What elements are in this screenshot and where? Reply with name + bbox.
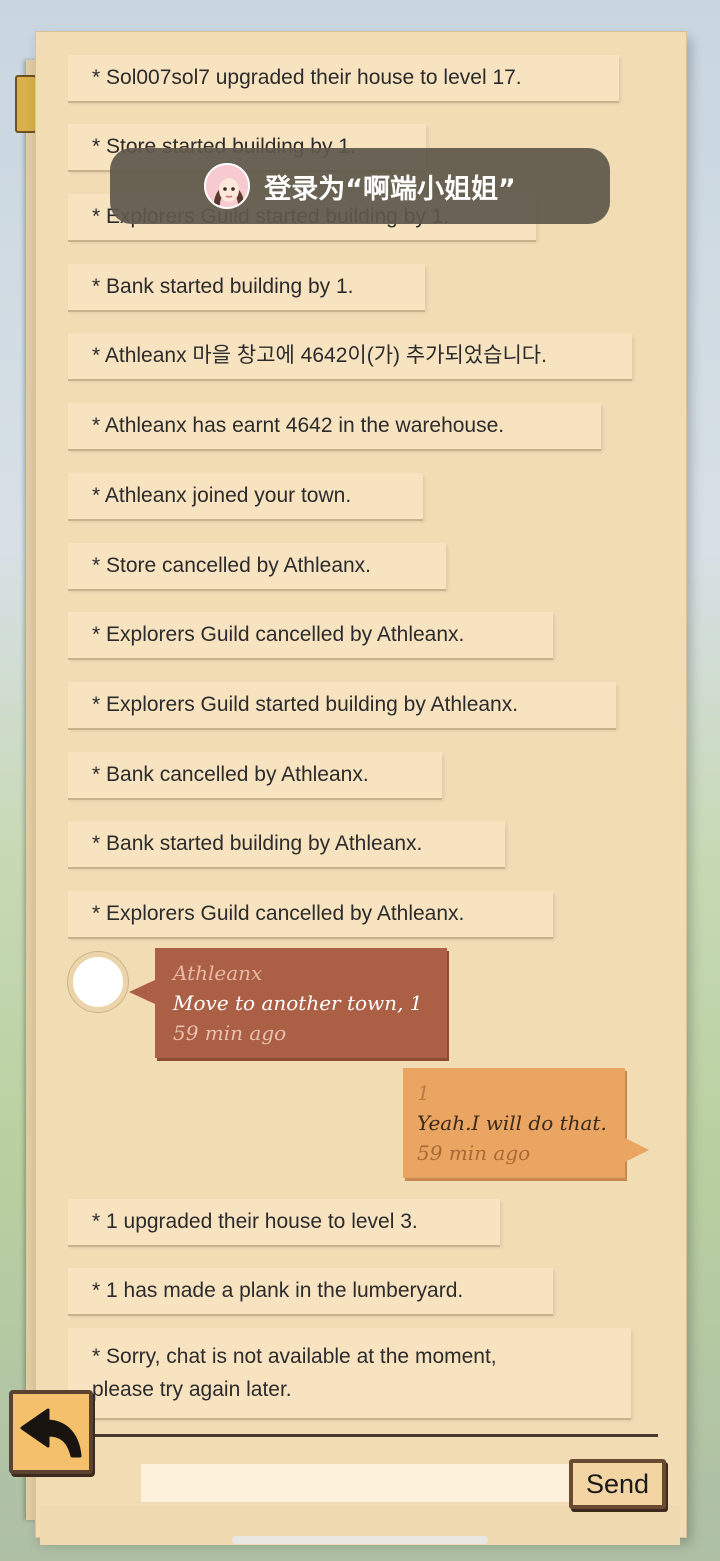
message-time: 59 min ago [417, 1141, 531, 1165]
user-avatar-icon[interactable] [68, 952, 128, 1012]
log-message: * Explorers Guild cancelled by Athleanx. [68, 891, 553, 937]
login-toast: 登录为“啊端小姐姐” [110, 148, 610, 224]
sender-name: Athleanx [173, 961, 263, 985]
home-indicator[interactable] [232, 1536, 488, 1544]
input-divider [68, 1434, 658, 1437]
chat-input[interactable] [141, 1464, 569, 1502]
message-time: 59 min ago [173, 1021, 287, 1045]
log-message: * Bank cancelled by Athleanx. [68, 752, 442, 798]
log-message: * 1 has made a plank in the lumberyard. [68, 1268, 553, 1314]
log-message: * Bank started building by Athleanx. [68, 821, 505, 867]
log-message: * Athleanx 마을 창고에 4642이(가) 추가되었습니다. [68, 333, 632, 379]
incoming-chat-bubble: Athleanx Move to another town, 1 59 min … [129, 948, 447, 1058]
log-message: * Explorers Guild started building by At… [68, 682, 616, 728]
send-button[interactable]: Send [569, 1459, 666, 1509]
avatar-icon [204, 163, 251, 209]
side-tab[interactable] [15, 75, 37, 133]
toast-label: 登录为“啊端小姐姐” [264, 173, 516, 205]
log-message: * Sol007sol7 upgraded their house to lev… [68, 55, 619, 101]
notice-line: * Sorry, chat is not available at the mo… [92, 1345, 497, 1368]
back-button[interactable] [9, 1390, 93, 1474]
notice-line: please try again later. [92, 1378, 292, 1401]
log-message: * Athleanx has earnt 4642 in the warehou… [68, 403, 601, 449]
back-arrow-icon [20, 1408, 82, 1458]
outgoing-chat-bubble: 1 Yeah.I will do that. 59 min ago [403, 1068, 649, 1178]
sender-name: 1 [417, 1081, 430, 1105]
message-text: Yeah.I will do that. [417, 1111, 607, 1135]
log-message: * Athleanx joined your town. [68, 473, 423, 519]
log-message: * Bank started building by 1. [68, 264, 425, 310]
log-message: * Store cancelled by Athleanx. [68, 543, 446, 589]
system-notice: * Sorry, chat is not available at the mo… [68, 1328, 631, 1418]
log-message: * 1 upgraded their house to level 3. [68, 1199, 500, 1245]
log-message: * Explorers Guild cancelled by Athleanx. [68, 612, 553, 658]
message-text: Move to another town, 1 [173, 991, 423, 1015]
